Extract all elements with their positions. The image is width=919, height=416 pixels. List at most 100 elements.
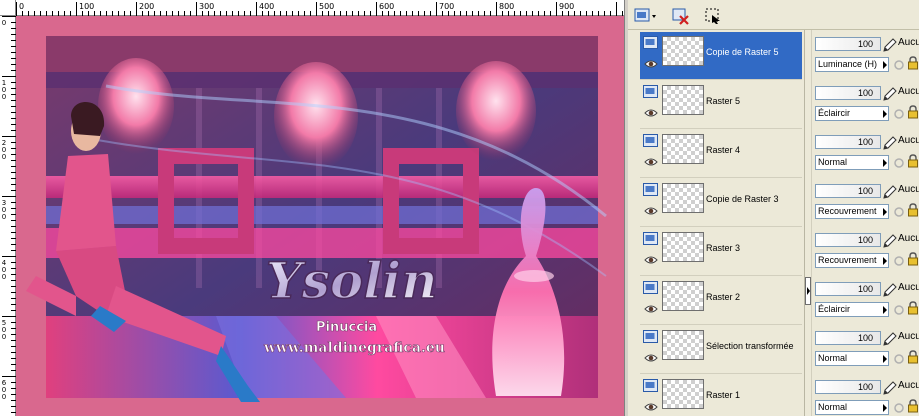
blend-mode-select[interactable]: Luminance (H) <box>815 57 889 72</box>
visibility-eye-icon[interactable] <box>644 206 658 216</box>
ruler-tick <box>496 2 497 16</box>
ruler-left-label: 6 0 0 <box>1 379 7 401</box>
blend-range-label: Aucu <box>898 282 919 293</box>
blend-range-label: Aucu <box>898 37 919 48</box>
raster-layer-icon <box>643 281 658 294</box>
layers-palette: Copie de Raster 5 Raster 5 Raster 4 Copie d… <box>628 0 919 416</box>
lock-icon[interactable] <box>907 56 919 70</box>
layer-property-row: 100 Aucu Luminance (H) <box>812 32 919 80</box>
ruler-tick <box>556 2 557 16</box>
canvas-pane: 0 100 200 300 400 500 600 700 800 900 0 1 0 0 2 0 0… <box>0 0 624 416</box>
chain-link-icon[interactable] <box>893 304 905 316</box>
blend-mode-select[interactable]: Recouvrement <box>815 253 889 268</box>
raster-layer-icon <box>643 85 658 98</box>
lock-icon[interactable] <box>907 203 919 217</box>
lock-icon[interactable] <box>907 252 919 266</box>
delete-layer-button[interactable] <box>668 3 692 27</box>
blend-mode-select[interactable]: Éclaircir <box>815 106 889 121</box>
pencil-icon[interactable] <box>882 136 898 150</box>
pencil-icon[interactable] <box>882 283 898 297</box>
blend-mode-value: Normal <box>818 353 848 363</box>
raster-layer-icon <box>643 183 658 196</box>
opacity-slider[interactable]: 100 <box>815 331 881 345</box>
layer-row[interactable]: Sélection transformée <box>640 326 802 374</box>
blend-range-label: Aucu <box>898 380 919 391</box>
chain-link-icon[interactable] <box>893 255 905 267</box>
lock-icon[interactable] <box>907 105 919 119</box>
layer-row[interactable]: Raster 2 <box>640 277 802 325</box>
new-layer-button[interactable] <box>630 3 660 27</box>
opacity-value: 100 <box>857 137 873 147</box>
blend-range-label: Aucu <box>898 331 919 342</box>
pencil-icon[interactable] <box>882 332 898 346</box>
pencil-icon[interactable] <box>882 185 898 199</box>
layer-name: Raster 2 <box>706 292 741 302</box>
blend-mode-value: Normal <box>818 157 848 167</box>
visibility-eye-icon[interactable] <box>644 304 658 314</box>
chain-link-icon[interactable] <box>893 157 905 169</box>
chain-link-icon[interactable] <box>893 59 905 71</box>
chain-link-icon[interactable] <box>893 402 905 414</box>
visibility-eye-icon[interactable] <box>644 157 658 167</box>
lock-icon[interactable] <box>907 399 919 413</box>
visibility-eye-icon[interactable] <box>644 255 658 265</box>
layer-thumbnail <box>662 379 704 409</box>
chain-link-icon[interactable] <box>893 206 905 218</box>
layer-row[interactable]: Copie de Raster 5 <box>640 32 802 80</box>
opacity-slider[interactable]: 100 <box>815 86 881 100</box>
chain-link-icon[interactable] <box>893 108 905 120</box>
ruler-top-label: 300 <box>199 2 215 11</box>
layer-name: Raster 4 <box>706 145 741 155</box>
image-canvas[interactable]: Ysolin Pinuccia www.maldinegrafica.eu <box>16 16 624 416</box>
blend-mode-select[interactable]: Normal <box>815 351 889 366</box>
pencil-icon[interactable] <box>882 38 898 52</box>
layer-row[interactable]: Copie de Raster 3 <box>640 179 802 227</box>
opacity-slider[interactable]: 100 <box>815 135 881 149</box>
ruler-top-label: 0 <box>19 2 25 11</box>
layer-list-scroll-handle[interactable] <box>804 30 811 416</box>
blend-mode-select[interactable]: Éclaircir <box>815 302 889 317</box>
chain-link-icon[interactable] <box>893 353 905 365</box>
visibility-eye-icon[interactable] <box>644 108 658 118</box>
layer-name: Copie de Raster 3 <box>706 194 779 204</box>
blend-mode-select[interactable]: Recouvrement <box>815 204 889 219</box>
layer-thumbnail <box>662 85 704 115</box>
raster-layer-icon <box>643 379 658 392</box>
layer-property-row: 100 Aucu Éclaircir <box>812 81 919 129</box>
ruler-tick <box>2 256 16 257</box>
opacity-value: 100 <box>857 39 873 49</box>
blend-range-label: Aucu <box>898 135 919 146</box>
ruler-tick <box>76 2 77 16</box>
layer-row[interactable]: Raster 5 <box>640 81 802 129</box>
opacity-slider[interactable]: 100 <box>815 37 881 51</box>
pencil-icon[interactable] <box>882 87 898 101</box>
layer-row[interactable]: Raster 1 <box>640 375 802 416</box>
ruler-top-label: 400 <box>259 2 275 11</box>
opacity-slider[interactable]: 100 <box>815 233 881 247</box>
lock-icon[interactable] <box>907 154 919 168</box>
layer-name: Raster 1 <box>706 390 741 400</box>
ruler-corner <box>0 0 16 16</box>
visibility-eye-icon[interactable] <box>644 353 658 363</box>
blend-mode-select[interactable]: Normal <box>815 155 889 170</box>
lock-icon[interactable] <box>907 301 919 315</box>
blend-mode-value: Éclaircir <box>818 304 851 314</box>
blend-mode-select[interactable]: Normal <box>815 400 889 415</box>
layer-row[interactable]: Raster 3 <box>640 228 802 276</box>
layer-row[interactable]: Raster 4 <box>640 130 802 178</box>
blend-mode-value: Recouvrement <box>818 255 877 265</box>
ruler-left-label: 4 0 0 <box>1 259 7 281</box>
pencil-icon[interactable] <box>882 381 898 395</box>
visibility-eye-icon[interactable] <box>644 402 658 412</box>
opacity-slider[interactable]: 100 <box>815 380 881 394</box>
ruler-tick <box>196 2 197 16</box>
visibility-eye-icon[interactable] <box>644 59 658 69</box>
opacity-slider[interactable]: 100 <box>815 184 881 198</box>
selection-button[interactable] <box>700 3 724 27</box>
lock-icon[interactable] <box>907 350 919 364</box>
opacity-value: 100 <box>857 333 873 343</box>
blend-range-label: Aucu <box>898 184 919 195</box>
pencil-icon[interactable] <box>882 234 898 248</box>
opacity-slider[interactable]: 100 <box>815 282 881 296</box>
ruler-left: 0 1 0 0 2 0 0 3 0 0 4 0 0 5 0 0 6 0 0 <box>0 16 16 416</box>
